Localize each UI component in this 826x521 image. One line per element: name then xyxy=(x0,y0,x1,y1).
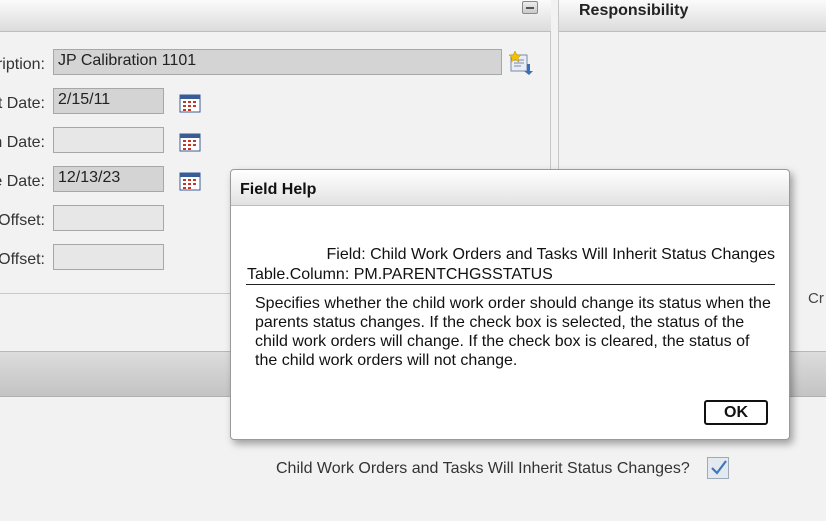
dialog-header: Field Help xyxy=(231,170,789,206)
field-help-dialog: Field Help Field: Child Work Orders and … xyxy=(230,169,790,440)
ok-button[interactable]: OK xyxy=(704,400,768,425)
calendar-icon[interactable] xyxy=(179,93,201,113)
field-description: Specifies whether the child work order s… xyxy=(255,295,771,369)
start-date-field[interactable]: 2/15/11 xyxy=(53,88,164,114)
offset-label: Offset: xyxy=(0,251,45,268)
divider xyxy=(246,284,775,285)
description-field[interactable]: JP Calibration 1101 xyxy=(53,49,502,75)
table-column-line: Table.Column: PM.PARENTCHGSSTATUS xyxy=(247,266,553,283)
inherit-status-checkbox[interactable] xyxy=(707,457,729,479)
inherit-status-label: Child Work Orders and Tasks Will Inherit… xyxy=(276,460,690,477)
second-date-field[interactable] xyxy=(53,127,164,153)
dialog-title: Field Help xyxy=(240,181,317,198)
offset-field[interactable] xyxy=(53,244,164,270)
responsibility-partial-label: Cr xyxy=(808,290,824,307)
responsibility-title: Responsibility xyxy=(579,2,689,19)
third-date-label: e Date: xyxy=(0,173,45,190)
checkmark-icon xyxy=(711,460,727,475)
third-date-field[interactable]: 12/13/23 xyxy=(53,166,164,192)
calendar-icon[interactable] xyxy=(179,132,201,152)
offset-field[interactable] xyxy=(53,205,164,231)
start-date-label: t Date: xyxy=(0,95,45,112)
details-panel-header xyxy=(0,0,551,32)
field-name-line: Field: Child Work Orders and Tasks Will … xyxy=(326,246,775,263)
responsibility-panel-header: Responsibility xyxy=(559,0,826,32)
offset-label: Offset: xyxy=(0,212,45,229)
calendar-icon[interactable] xyxy=(179,171,201,191)
minimize-icon[interactable] xyxy=(522,1,538,14)
description-label: ription: xyxy=(0,56,45,73)
second-date-label: n Date: xyxy=(0,134,45,151)
long-description-icon[interactable] xyxy=(508,50,534,76)
